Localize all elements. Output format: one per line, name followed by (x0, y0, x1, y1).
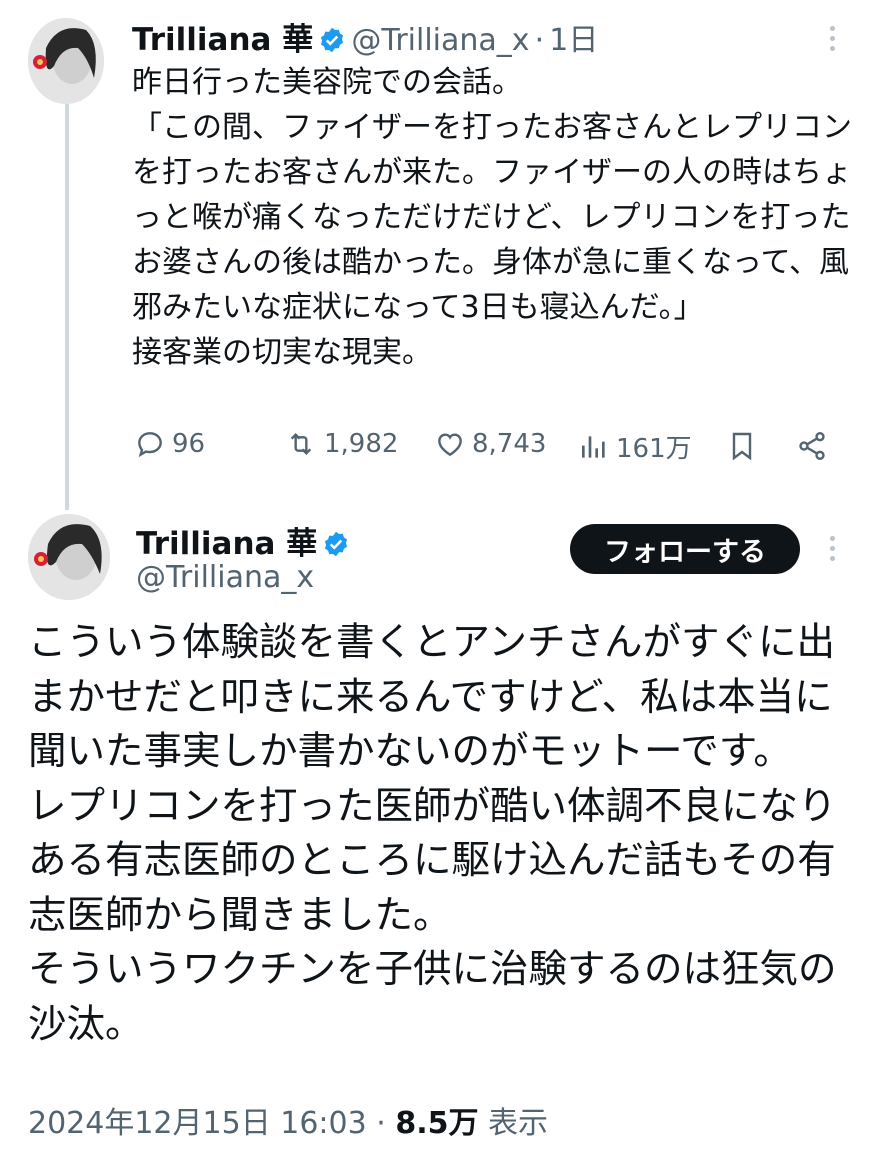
thread-line (65, 104, 69, 510)
separator: · (534, 23, 545, 58)
like-icon (438, 433, 462, 457)
retweet-icon (290, 432, 312, 456)
avatar[interactable] (28, 18, 104, 104)
verified-badge-icon (318, 26, 346, 54)
display-name[interactable]: Trilliana 華 (132, 22, 313, 58)
tweet1-header: Trilliana 華 @Trilliana_x · 1日 (132, 14, 598, 59)
follow-button[interactable]: フォローする (570, 524, 800, 574)
retweet-count: 1,982 (324, 429, 399, 459)
bookmark-icon[interactable] (726, 430, 758, 466)
separator: · (376, 1106, 386, 1141)
reply-count: 96 (172, 429, 206, 459)
timestamp[interactable]: 2024年12月15日 16:03 (28, 1106, 367, 1141)
avatar[interactable] (28, 514, 110, 600)
tweet-text: こういう体験談を書くとアンチさんがすぐに出まかせだと叩きに来るんですけど、私は本… (28, 620, 837, 1047)
display-name[interactable]: Trilliana 華 (136, 526, 317, 562)
tweet-text: 昨日行った美容院での会話。 「この間、ファイザーを打ったお客さんとレプリコンを打… (132, 65, 852, 370)
view-label: 表示 (488, 1106, 549, 1141)
post-time[interactable]: 1日 (549, 23, 598, 58)
views-icon (582, 435, 605, 458)
share-icon[interactable] (796, 430, 828, 466)
reply-icon (138, 432, 162, 458)
like-count: 8,743 (472, 429, 547, 459)
views-button[interactable]: 161万 (578, 428, 692, 465)
verified-badge-icon (322, 530, 350, 558)
handle[interactable]: @Trilliana_x (351, 23, 529, 58)
handle[interactable]: @Trilliana_x (136, 560, 314, 595)
more-icon[interactable] (828, 536, 836, 561)
tweet2-header: Trilliana 華 (136, 518, 350, 563)
tweet-meta: 2024年12月15日 16:03 · 8.5万 表示 (28, 1098, 548, 1142)
views-count: 161万 (616, 434, 692, 464)
retweet-button[interactable]: 1,982 (284, 428, 398, 460)
reply-button[interactable]: 96 (134, 428, 205, 460)
like-button[interactable]: 8,743 (434, 428, 546, 460)
view-count: 8.5万 (395, 1106, 479, 1141)
more-icon[interactable] (828, 26, 836, 51)
